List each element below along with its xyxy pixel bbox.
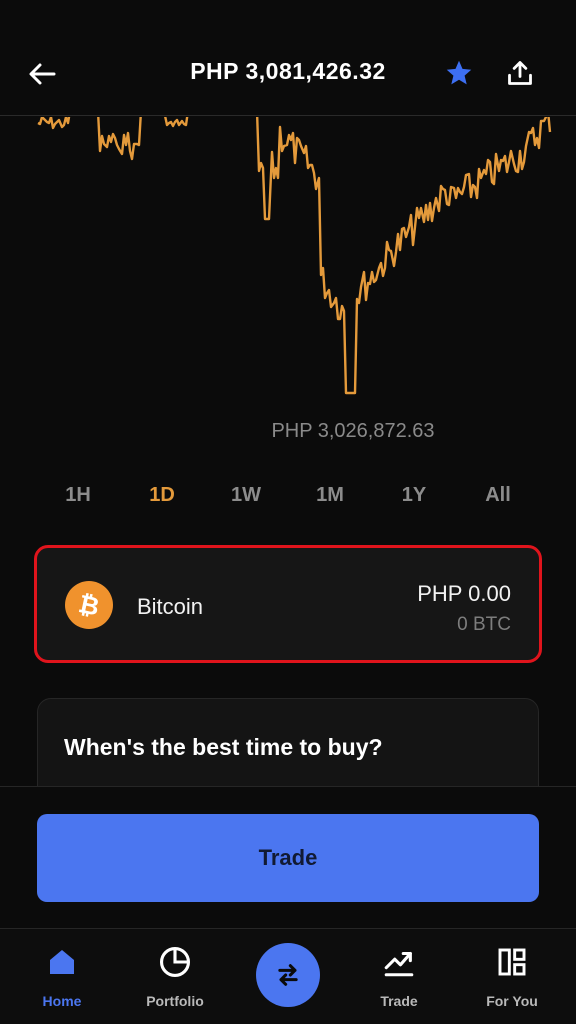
- star-icon: [446, 60, 472, 85]
- nav-portfolio-label: Portfolio: [146, 993, 204, 1009]
- trend-chart-icon: [382, 945, 416, 979]
- nav-portfolio[interactable]: Portfolio: [125, 945, 225, 1024]
- swap-button[interactable]: [256, 943, 320, 1007]
- favorite-button[interactable]: [442, 56, 476, 90]
- trade-button[interactable]: Trade: [37, 814, 539, 902]
- bottom-navigation: Home Portfolio Trade For You: [0, 928, 576, 1024]
- arrow-left-icon: [29, 63, 56, 85]
- range-1h[interactable]: 1H: [36, 484, 120, 514]
- nav-for-you-label: For You: [486, 993, 538, 1009]
- top-bar: PHP 3,081,426.32: [0, 0, 576, 116]
- back-button[interactable]: [24, 56, 60, 92]
- chart-low-label: PHP 3,026,872.63: [271, 420, 435, 442]
- swap-arrows-icon: [278, 964, 298, 986]
- app-screen: PHP 3,081,426.32 PHP 3,026,872.63 1H 1D 1W…: [0, 0, 576, 1024]
- price-chart[interactable]: [0, 117, 576, 417]
- pie-chart-icon: [158, 945, 192, 979]
- share-icon: [508, 61, 532, 85]
- nav-trade-label: Trade: [380, 993, 418, 1009]
- nav-home-label: Home: [42, 993, 82, 1009]
- svg-text:₿: ₿: [76, 590, 102, 620]
- price-title: PHP 3,081,426.32: [190, 58, 386, 84]
- grid-icon: [495, 945, 529, 979]
- range-1m[interactable]: 1M: [288, 484, 372, 514]
- bitcoin-icon: ₿: [65, 581, 113, 629]
- range-1d[interactable]: 1D: [120, 484, 204, 514]
- asset-holding-card[interactable]: ₿ Bitcoin PHP 0.00 0 BTC: [34, 545, 542, 663]
- price-line: [37, 117, 552, 395]
- share-button[interactable]: [503, 56, 537, 90]
- asset-fiat-value: PHP 0.00: [417, 581, 511, 606]
- nav-trade[interactable]: Trade: [349, 945, 449, 1024]
- asset-name: Bitcoin: [137, 594, 204, 619]
- range-1w[interactable]: 1W: [204, 484, 288, 514]
- asset-crypto-amount: 0 BTC: [457, 614, 511, 635]
- range-all[interactable]: All: [456, 484, 540, 514]
- nav-for-you[interactable]: For You: [462, 945, 562, 1024]
- home-icon: [45, 945, 79, 979]
- time-range-selector: 1H 1D 1W 1M 1Y All: [36, 484, 540, 514]
- nav-home[interactable]: Home: [12, 945, 112, 1024]
- trade-bar: Trade: [0, 786, 576, 928]
- range-1y[interactable]: 1Y: [372, 484, 456, 514]
- info-card-title: When's the best time to buy?: [64, 734, 383, 760]
